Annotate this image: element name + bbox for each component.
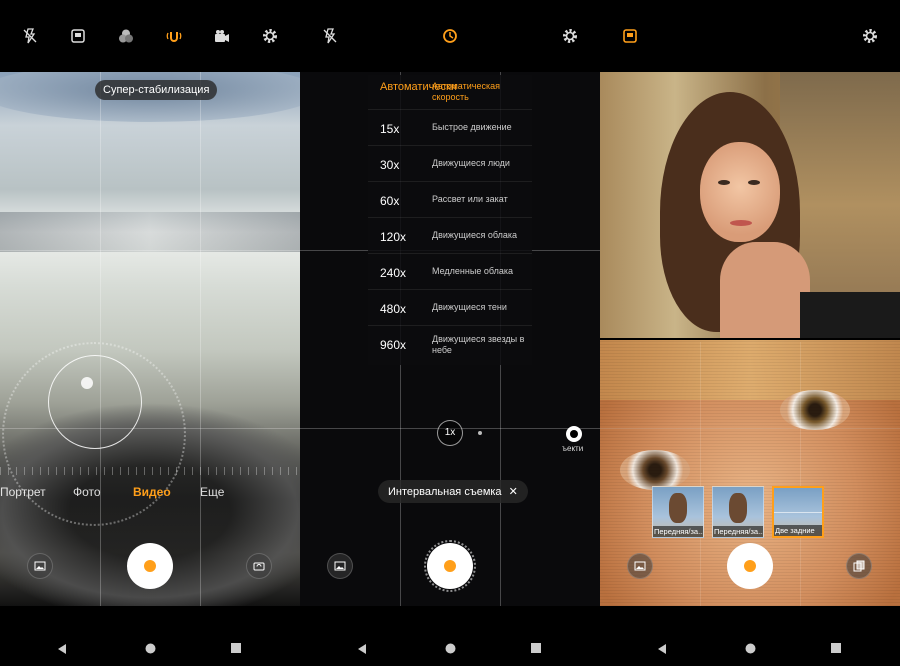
speed-option[interactable]: 480x Движущиеся тени bbox=[368, 291, 532, 326]
speed-value: 240x bbox=[380, 266, 407, 280]
dual-view-icon[interactable] bbox=[622, 28, 638, 44]
timelapse-mode-chip: Интервальная съемка ✕ bbox=[378, 480, 528, 503]
home-icon[interactable] bbox=[745, 643, 756, 654]
speed-value: 120x bbox=[380, 230, 407, 244]
speed-option[interactable]: 120x Движущиеся облака bbox=[368, 219, 532, 254]
speed-desc: Движущиеся люди bbox=[432, 158, 510, 168]
speed-desc: Автоматическая скорость bbox=[432, 81, 500, 102]
video-camera-icon[interactable] bbox=[214, 28, 230, 44]
back-icon[interactable] bbox=[357, 643, 367, 655]
close-icon[interactable]: ✕ bbox=[509, 486, 518, 498]
recents-icon[interactable] bbox=[831, 643, 841, 653]
system-navbar bbox=[300, 606, 600, 666]
zoom-scale[interactable] bbox=[0, 467, 300, 475]
stabilization-tooltip: Супер-стабилизация bbox=[95, 80, 218, 100]
mode-photo[interactable]: Фото bbox=[73, 485, 101, 499]
speed-value: 960x bbox=[380, 338, 407, 352]
mode-chip-label: Интервальная съемка bbox=[388, 486, 502, 498]
speed-option[interactable]: 240x Медленные облака bbox=[368, 255, 532, 290]
aspect-ratio-icon[interactable] bbox=[70, 28, 86, 44]
speed-value: 60x bbox=[380, 194, 400, 208]
camera-viewfinder[interactable] bbox=[0, 72, 300, 606]
switch-camera-button[interactable] bbox=[246, 553, 272, 579]
filter-icon[interactable] bbox=[118, 28, 134, 44]
layout-label: Две задние bbox=[774, 525, 822, 536]
back-icon[interactable] bbox=[57, 643, 67, 655]
mode-more[interactable]: Еще bbox=[200, 485, 224, 499]
speed-value: Автоматически bbox=[380, 81, 457, 93]
speed-option[interactable]: 960x Движущиеся звезды в небе bbox=[368, 327, 532, 361]
recents-icon[interactable] bbox=[231, 643, 241, 653]
zoom-button[interactable]: 1x bbox=[437, 420, 463, 446]
layout-switch-button[interactable] bbox=[846, 553, 872, 579]
speed-desc: Быстрое движение bbox=[432, 122, 512, 132]
home-icon[interactable] bbox=[445, 643, 456, 654]
speed-option[interactable]: 15x Быстрое движение bbox=[368, 111, 532, 146]
lens-label: ъекти bbox=[562, 444, 584, 453]
timelapse-speed-icon[interactable] bbox=[442, 28, 458, 44]
video-mode-screen: Супер-стабилизация Портрет Фото Видео Ещ… bbox=[0, 0, 300, 666]
home-icon[interactable] bbox=[145, 643, 156, 654]
layout-option-front-rear[interactable]: Передняя/за... bbox=[652, 486, 704, 538]
speed-option[interactable]: 60x Рассвет или закат bbox=[368, 183, 532, 218]
speed-value: 15x bbox=[380, 122, 400, 136]
dual-view-screen: Передняя/за... Передняя/за... Две задние bbox=[600, 0, 900, 666]
flash-off-icon[interactable] bbox=[322, 28, 338, 44]
system-navbar bbox=[0, 606, 300, 666]
rear-camera-preview-top bbox=[600, 72, 900, 338]
speed-desc: Движущиеся тени bbox=[432, 302, 507, 312]
stabilization-icon[interactable] bbox=[166, 28, 182, 44]
system-navbar bbox=[600, 606, 900, 666]
gallery-button[interactable] bbox=[627, 553, 653, 579]
record-button[interactable] bbox=[427, 543, 473, 589]
speed-desc: Рассвет или закат bbox=[432, 194, 508, 204]
settings-icon[interactable] bbox=[862, 28, 878, 44]
speed-desc: Движущиеся звезды в небе bbox=[432, 334, 525, 355]
top-toolbar bbox=[0, 0, 300, 72]
zoom-label: 1x bbox=[444, 427, 456, 438]
gallery-button[interactable] bbox=[27, 553, 53, 579]
mode-portrait[interactable]: Портрет bbox=[0, 485, 46, 499]
flash-off-icon[interactable] bbox=[22, 28, 38, 44]
layout-option-dual-rear[interactable]: Две задние bbox=[772, 486, 824, 538]
speed-value: 30x bbox=[380, 158, 400, 172]
speed-desc: Медленные облака bbox=[432, 266, 513, 276]
top-toolbar bbox=[300, 0, 600, 72]
speed-value: 480x bbox=[380, 302, 407, 316]
layout-option-front-rear-2[interactable]: Передняя/за... bbox=[712, 486, 764, 538]
layout-label: Передняя/за... bbox=[653, 526, 703, 537]
top-toolbar bbox=[600, 0, 900, 72]
settings-icon[interactable] bbox=[562, 28, 578, 44]
record-button[interactable] bbox=[727, 543, 773, 589]
layout-label: Передняя/за... bbox=[713, 526, 763, 537]
focus-point bbox=[81, 377, 93, 389]
record-button[interactable] bbox=[127, 543, 173, 589]
settings-icon[interactable] bbox=[262, 28, 278, 44]
speed-option-auto[interactable]: Автоматически Автоматическая скорость bbox=[368, 75, 532, 110]
speed-option[interactable]: 30x Движущиеся люди bbox=[368, 147, 532, 182]
speed-desc: Движущиеся облака bbox=[432, 230, 517, 240]
zoom-dot[interactable] bbox=[478, 431, 482, 435]
mode-video[interactable]: Видео bbox=[133, 485, 171, 499]
focus-ring[interactable] bbox=[48, 355, 142, 449]
lens-switch-button[interactable] bbox=[566, 426, 582, 442]
gallery-button[interactable] bbox=[327, 553, 353, 579]
recents-icon[interactable] bbox=[531, 643, 541, 653]
back-icon[interactable] bbox=[657, 643, 667, 655]
